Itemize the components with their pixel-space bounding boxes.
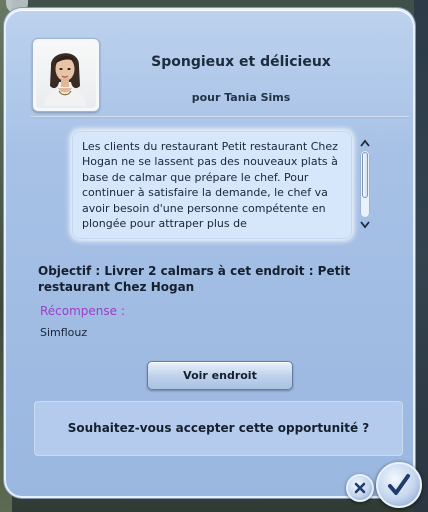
sim-portrait-image: [36, 42, 96, 108]
view-location-button[interactable]: Voir endroit: [147, 361, 293, 390]
description-panel[interactable]: Les clients du restaurant Petit restaura…: [72, 131, 352, 239]
background-scenery-right: [414, 0, 428, 512]
accept-button[interactable]: [376, 462, 422, 508]
dialog-title: Spongieux et délicieux: [151, 54, 331, 70]
sim-portrait-icon: [44, 53, 86, 106]
x-icon: [354, 482, 366, 494]
scroll-thumb[interactable]: [362, 152, 368, 198]
scroll-track[interactable]: [360, 150, 370, 218]
opportunity-dialog: Spongieux et délicieux pour Tania Sims L…: [4, 8, 415, 498]
reward-label: Récompense :: [40, 304, 125, 318]
description-scrollbar[interactable]: [358, 138, 372, 230]
description-text: Les clients du restaurant Petit restaura…: [82, 140, 338, 231]
decline-button[interactable]: [346, 474, 374, 502]
check-icon: [388, 474, 410, 495]
question-text: Souhaitez-vous accepter cette opportunit…: [67, 421, 370, 435]
reward-value: Simflouz: [40, 326, 88, 339]
chevron-down-icon[interactable]: [359, 220, 371, 230]
sim-portrait: [32, 38, 100, 112]
header-divider: [31, 116, 409, 118]
chevron-up-icon[interactable]: [359, 138, 371, 148]
question-panel: Souhaitez-vous accepter cette opportunit…: [34, 401, 403, 456]
dialog-subtitle: pour Tania Sims: [191, 91, 291, 104]
objective-text: Objectif : Livrer 2 calmars à cet endroi…: [38, 264, 351, 294]
